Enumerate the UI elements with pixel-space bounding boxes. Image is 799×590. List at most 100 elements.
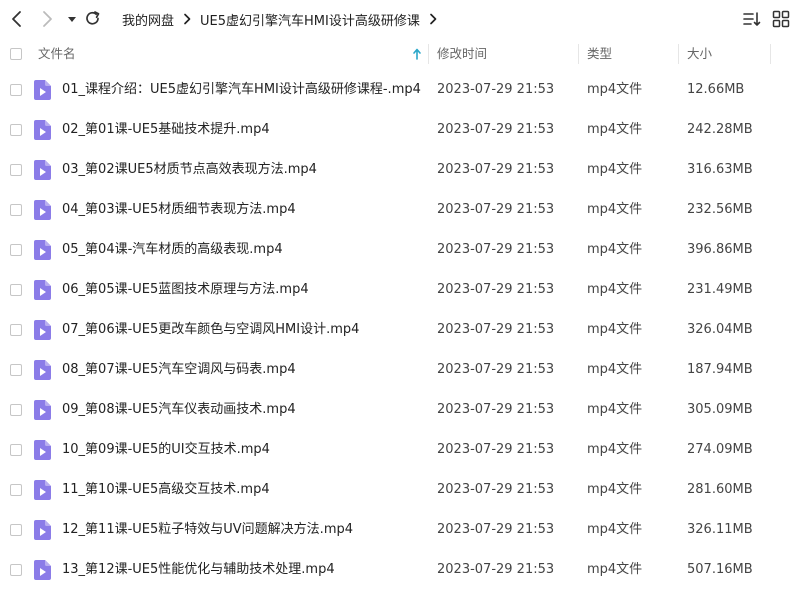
video-file-icon — [34, 480, 51, 504]
row-checkbox[interactable] — [10, 484, 22, 496]
row-checkbox[interactable] — [10, 204, 22, 216]
sort-order-icon[interactable] — [742, 9, 762, 29]
file-type: mp4文件 — [587, 562, 643, 577]
column-divider[interactable] — [428, 44, 429, 64]
file-row[interactable]: 04_第03课-UE5材质细节表现方法.mp4 2023-07-29 21:53 m… — [0, 190, 799, 230]
video-file-icon — [34, 520, 51, 544]
file-size: 507.16MB — [687, 562, 753, 577]
row-checkbox[interactable] — [10, 404, 22, 416]
breadcrumb-item-current-folder[interactable]: UE5虚幻引擎汽车HMI设计高级研修课 — [200, 10, 420, 29]
file-row[interactable]: 06_第05课-UE5蓝图技术原理与方法.mp4 2023-07-29 21:53… — [0, 270, 799, 310]
column-divider[interactable] — [578, 44, 579, 64]
file-size: 232.56MB — [687, 202, 753, 217]
forward-arrow-icon[interactable] — [37, 9, 57, 29]
file-size: 274.09MB — [687, 442, 753, 457]
file-modified-time: 2023-07-29 21:53 — [437, 82, 555, 97]
file-size: 326.11MB — [687, 522, 753, 537]
file-name: 10_第09课-UE5的UI交互技术.mp4 — [62, 442, 270, 457]
chevron-right-icon — [182, 13, 192, 25]
file-name: 09_第08课-UE5汽车仪表动画技术.mp4 — [62, 402, 296, 417]
row-checkbox[interactable] — [10, 324, 22, 336]
file-type: mp4文件 — [587, 242, 643, 257]
file-row[interactable]: 11_第10课-UE5高级交互技术.mp4 2023-07-29 21:53 mp4… — [0, 470, 799, 510]
row-checkbox[interactable] — [10, 84, 22, 96]
row-checkbox[interactable] — [10, 524, 22, 536]
video-file-icon — [34, 280, 51, 304]
breadcrumb-item-root[interactable]: 我的网盘 — [122, 10, 174, 29]
file-row[interactable]: 09_第08课-UE5汽车仪表动画技术.mp4 2023-07-29 21:53 m… — [0, 390, 799, 430]
file-modified-time: 2023-07-29 21:53 — [437, 442, 555, 457]
file-type: mp4文件 — [587, 322, 643, 337]
file-type: mp4文件 — [587, 282, 643, 297]
file-row[interactable]: 07_第06课-UE5更改车颜色与空调风HMI设计.mp4 2023-07-29 … — [0, 310, 799, 350]
file-list-header: 文件名 修改时间 类型 大小 — [0, 38, 799, 70]
row-checkbox[interactable] — [10, 364, 22, 376]
file-row[interactable]: 02_第01课-UE5基础技术提升.mp4 2023-07-29 21:53 mp4… — [0, 110, 799, 150]
row-checkbox[interactable] — [10, 164, 22, 176]
select-all-checkbox[interactable] — [10, 48, 22, 60]
file-name: 12_第11课-UE5粒子特效与UV问题解决方法.mp4 — [62, 522, 354, 537]
file-row[interactable]: 05_第04课-汽车材质的高级表现.mp4 2023-07-29 21:53 mp4… — [0, 230, 799, 270]
row-checkbox[interactable] — [10, 284, 22, 296]
column-header-type[interactable]: 类型 — [587, 38, 612, 70]
file-type: mp4文件 — [587, 202, 643, 217]
file-type: mp4文件 — [587, 362, 643, 377]
file-modified-time: 2023-07-29 21:53 — [437, 202, 555, 217]
file-type: mp4文件 — [587, 122, 643, 137]
file-row[interactable]: 03_第02课UE5材质节点高效表现方法.mp4 2023-07-29 21:53… — [0, 150, 799, 190]
file-size: 396.86MB — [687, 242, 753, 257]
refresh-icon[interactable] — [83, 9, 103, 29]
file-size: 305.09MB — [687, 402, 753, 417]
video-file-icon — [34, 440, 51, 464]
file-row[interactable]: 12_第11课-UE5粒子特效与UV问题解决方法.mp4 2023-07-29 2… — [0, 510, 799, 550]
video-file-icon — [34, 560, 51, 584]
video-file-icon — [34, 80, 51, 104]
file-name: 05_第04课-汽车材质的高级表现.mp4 — [62, 242, 283, 257]
sort-ascending-icon[interactable] — [412, 47, 422, 64]
file-name: 04_第03课-UE5材质细节表现方法.mp4 — [62, 202, 296, 217]
grid-view-icon[interactable] — [771, 9, 791, 29]
file-name: 06_第05课-UE5蓝图技术原理与方法.mp4 — [62, 282, 309, 297]
file-row[interactable]: 13_第12课-UE5性能优化与辅助技术处理.mp4 2023-07-29 21:… — [0, 550, 799, 590]
file-name: 11_第10课-UE5高级交互技术.mp4 — [62, 482, 270, 497]
video-file-icon — [34, 200, 51, 224]
file-size: 187.94MB — [687, 362, 753, 377]
column-divider[interactable] — [678, 44, 679, 64]
file-type: mp4文件 — [587, 162, 643, 177]
file-type: mp4文件 — [587, 522, 643, 537]
column-header-name[interactable]: 文件名 — [38, 38, 76, 70]
file-modified-time: 2023-07-29 21:53 — [437, 402, 555, 417]
column-header-size[interactable]: 大小 — [687, 38, 712, 70]
file-modified-time: 2023-07-29 21:53 — [437, 162, 555, 177]
file-row[interactable]: 10_第09课-UE5的UI交互技术.mp4 2023-07-29 21:53 mp… — [0, 430, 799, 470]
file-name: 07_第06课-UE5更改车颜色与空调风HMI设计.mp4 — [62, 322, 360, 337]
chevron-right-icon[interactable] — [428, 13, 438, 25]
file-type: mp4文件 — [587, 82, 643, 97]
file-name: 02_第01课-UE5基础技术提升.mp4 — [62, 122, 270, 137]
file-row[interactable]: 08_第07课-UE5汽车空调风与码表.mp4 2023-07-29 21:53 m… — [0, 350, 799, 390]
history-dropdown-icon[interactable] — [62, 9, 82, 29]
video-file-icon — [34, 240, 51, 264]
file-size: 326.04MB — [687, 322, 753, 337]
file-size: 281.60MB — [687, 482, 753, 497]
back-arrow-icon[interactable] — [7, 9, 27, 29]
video-file-icon — [34, 120, 51, 144]
file-modified-time: 2023-07-29 21:53 — [437, 482, 555, 497]
file-size: 12.66MB — [687, 82, 745, 97]
file-type: mp4文件 — [587, 482, 643, 497]
row-checkbox[interactable] — [10, 244, 22, 256]
file-modified-time: 2023-07-29 21:53 — [437, 362, 555, 377]
file-modified-time: 2023-07-29 21:53 — [437, 562, 555, 577]
row-checkbox[interactable] — [10, 444, 22, 456]
row-checkbox[interactable] — [10, 564, 22, 576]
video-file-icon — [34, 320, 51, 344]
file-row[interactable]: 01_课程介绍：UE5虚幻引擎汽车HMI设计高级研修课程-.mp4 2023-07… — [0, 70, 799, 110]
file-size: 316.63MB — [687, 162, 753, 177]
breadcrumb: 我的网盘 UE5虚幻引擎汽车HMI设计高级研修课 — [122, 10, 446, 29]
file-modified-time: 2023-07-29 21:53 — [437, 522, 555, 537]
column-divider[interactable] — [770, 44, 771, 64]
column-header-modified[interactable]: 修改时间 — [437, 38, 487, 70]
row-checkbox[interactable] — [10, 124, 22, 136]
file-type: mp4文件 — [587, 442, 643, 457]
file-name: 08_第07课-UE5汽车空调风与码表.mp4 — [62, 362, 296, 377]
